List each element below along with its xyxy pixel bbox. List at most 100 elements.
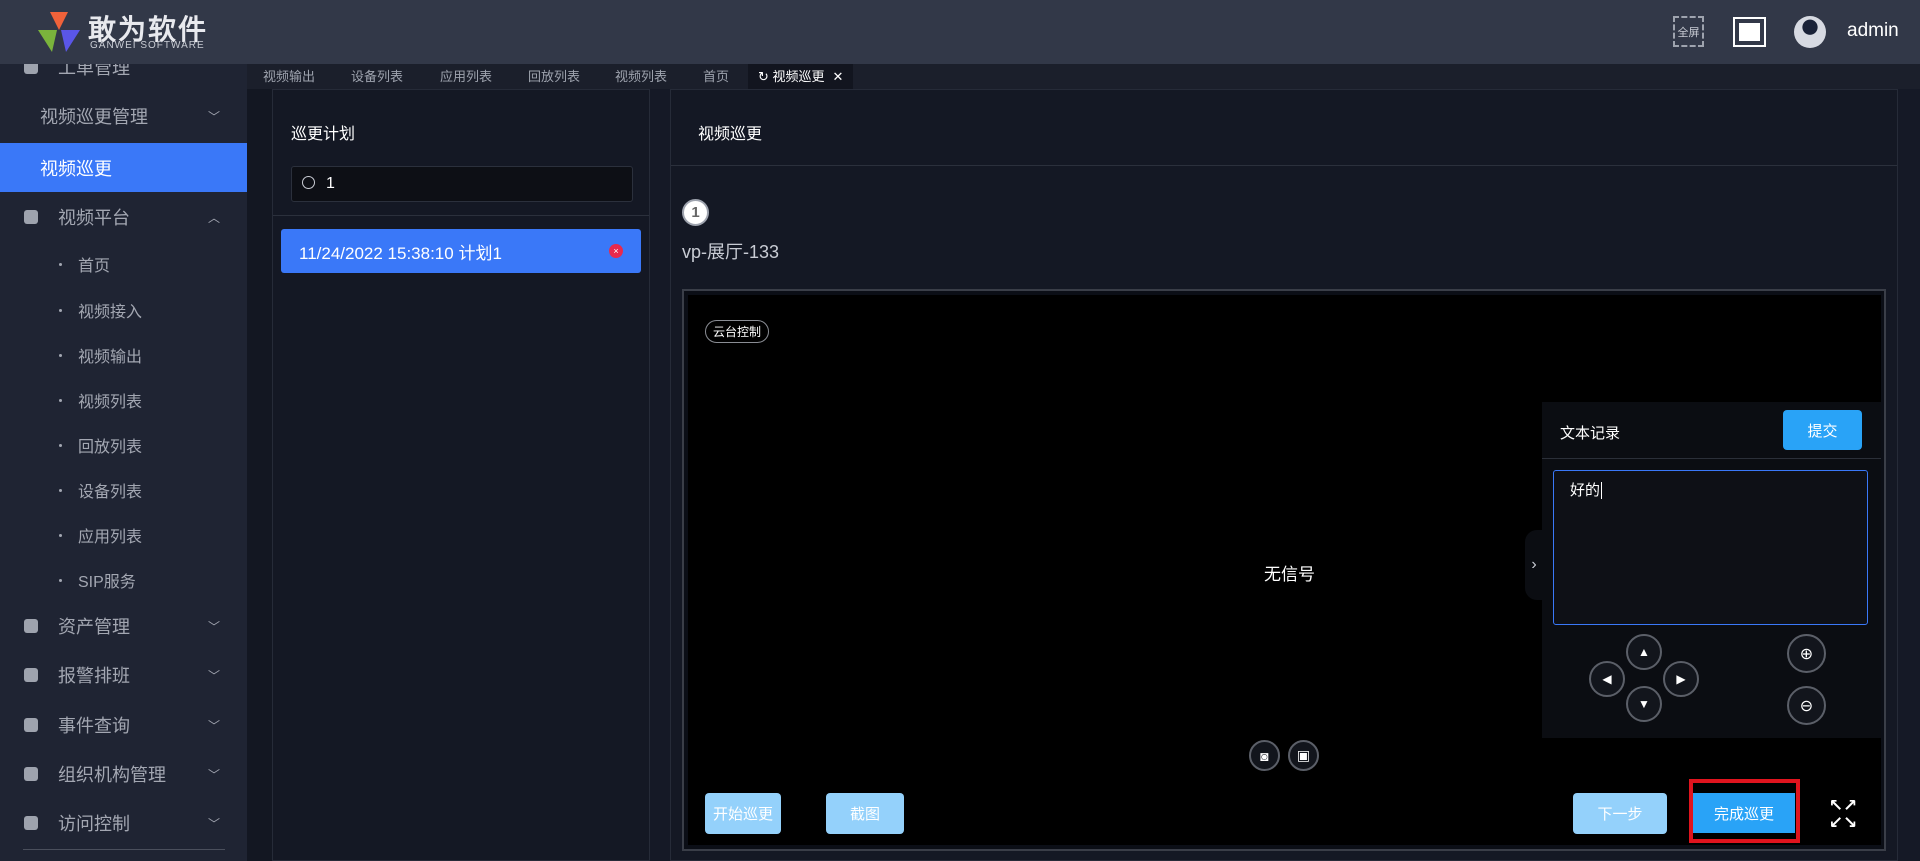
chevron-down-icon: ﹀: [208, 619, 221, 634]
sidebar-item[interactable]: 应用列表: [0, 513, 247, 557]
fullscreen-text-button[interactable]: 全屏: [1673, 16, 1704, 47]
sidebar-item-label: 视频接入: [78, 304, 143, 321]
sidebar-item-label: 报警排班: [58, 666, 130, 686]
sidebar-item-label: 应用列表: [78, 529, 143, 546]
menu-icon: [24, 210, 38, 224]
ptz-control-toggle[interactable]: 云台控制: [705, 320, 770, 343]
tab[interactable]: ↻ 视频巡更 ✕: [748, 64, 854, 89]
sidebar-item-label: 工单管理: [58, 64, 130, 78]
sidebar-item[interactable]: 视频巡更: [0, 143, 247, 192]
top-bar: 敢为软件 GANWEI SOFTWARE 全屏 admin: [0, 0, 1920, 64]
sidebar-item-label: 组织机构管理: [58, 765, 166, 785]
chevron-up-icon: ︿: [208, 210, 221, 225]
zoom-out-icon[interactable]: ⊖: [1787, 686, 1826, 725]
screenshot-button[interactable]: 截图: [826, 793, 904, 834]
menu-icon: [24, 816, 38, 830]
collapse-panel-chevron-icon[interactable]: ›: [1525, 530, 1543, 600]
camera-name: vp-展厅-133: [682, 242, 780, 262]
tab-label: 应用列表: [440, 69, 493, 84]
sidebar: 工单管理视频巡更管理 ﹀ 视频巡更视频平台 ︿ 首页视频接入视频输出视频列表回放列表设备…: [0, 64, 247, 861]
tab[interactable]: 设备列表: [351, 64, 403, 89]
plan-list-item[interactable]: 11/24/2022 15:38:10 计划1 ×: [281, 229, 641, 273]
bullet-icon: [59, 533, 62, 537]
search-value: 1: [326, 175, 335, 192]
ptz-right-button[interactable]: ▶: [1663, 661, 1699, 697]
sidebar-item-label: 视频平台: [58, 208, 130, 228]
menu-icon: [24, 619, 38, 633]
sidebar-item[interactable]: 组织机构管理 ﹀: [0, 752, 247, 796]
sidebar-item-label: 视频列表: [78, 394, 143, 411]
sidebar-item-label: 设备列表: [78, 484, 143, 501]
menu-icon: [24, 718, 38, 732]
bullet-icon: [59, 443, 62, 447]
bullet-icon: [59, 578, 62, 582]
sidebar-item-label: 首页: [78, 258, 111, 275]
record-video-icon[interactable]: ▣: [1288, 740, 1319, 771]
record-text: 好的: [1570, 482, 1601, 499]
expand-fullscreen-icon[interactable]: ↖↗ ↙↘: [1826, 797, 1860, 832]
sidebar-item-label: 视频巡更管理: [40, 107, 148, 127]
menu-icon: [24, 767, 38, 781]
sidebar-item[interactable]: 访问控制 ﹀: [0, 801, 247, 845]
sidebar-item[interactable]: 视频列表: [0, 378, 247, 422]
screen-icon[interactable]: [1733, 17, 1766, 47]
text-record-panel: 文本记录 提交 好的 ▲ ▼ ◀ ▶ ⊕ ⊖: [1542, 402, 1881, 738]
sidebar-item-label: 回放列表: [78, 439, 143, 456]
refresh-icon[interactable]: ↻: [758, 69, 773, 84]
zoom-in-icon[interactable]: ⊕: [1787, 634, 1826, 673]
sidebar-item-label: 资产管理: [58, 617, 130, 637]
tab[interactable]: 视频输出: [263, 64, 315, 89]
text-record-title: 文本记录: [1560, 425, 1621, 442]
ptz-up-button[interactable]: ▲: [1626, 634, 1662, 670]
bullet-icon: [59, 353, 62, 357]
delete-icon[interactable]: ×: [609, 244, 623, 258]
sidebar-item[interactable]: 资产管理 ﹀: [0, 604, 247, 648]
sidebar-item-label: 视频巡更: [40, 158, 112, 179]
page-title: 视频巡更: [698, 126, 763, 143]
sidebar-item[interactable]: 视频接入: [0, 288, 247, 332]
menu-icon: [24, 64, 38, 74]
tab-label: 设备列表: [351, 69, 404, 84]
plan-search-input[interactable]: 1: [291, 166, 633, 202]
tab[interactable]: 首页: [703, 64, 729, 89]
chevron-down-icon: ﹀: [208, 109, 221, 124]
divider: [23, 849, 225, 850]
bullet-icon: [59, 308, 62, 312]
bullet-icon: [59, 262, 62, 266]
tab-label: 回放列表: [528, 69, 581, 84]
divider: [273, 215, 649, 216]
tab-label: 首页: [703, 69, 730, 84]
search-icon: [302, 176, 315, 189]
sidebar-item[interactable]: 视频巡更管理 ﹀: [0, 94, 247, 138]
sidebar-item[interactable]: 回放列表: [0, 423, 247, 467]
tab-label: 视频巡更: [772, 69, 825, 84]
ptz-down-button[interactable]: ▼: [1626, 686, 1662, 722]
tab-label: 视频输出: [263, 69, 316, 84]
start-patrol-button[interactable]: 开始巡更: [705, 793, 781, 834]
sidebar-item[interactable]: 工单管理: [0, 64, 247, 89]
bullet-icon: [59, 398, 62, 402]
record-textarea[interactable]: 好的: [1553, 470, 1868, 625]
sidebar-item[interactable]: 事件查询 ﹀: [0, 703, 247, 747]
username[interactable]: admin: [1847, 20, 1899, 42]
menu-icon: [24, 668, 38, 682]
next-step-button[interactable]: 下一步: [1573, 793, 1667, 834]
sidebar-item[interactable]: 首页: [0, 242, 247, 286]
sidebar-item[interactable]: 设备列表: [0, 468, 247, 512]
tab[interactable]: 应用列表: [440, 64, 492, 89]
close-icon[interactable]: ✕: [833, 69, 844, 84]
chevron-down-icon: ﹀: [208, 668, 221, 683]
camera-snapshot-icon[interactable]: ◙: [1249, 740, 1280, 771]
sidebar-item[interactable]: SIP服务: [0, 558, 247, 602]
submit-button[interactable]: 提交: [1783, 410, 1862, 450]
plan-panel: 巡更计划 1 11/24/2022 15:38:10 计划1 ×: [272, 89, 650, 861]
tab[interactable]: 视频列表: [615, 64, 667, 89]
sidebar-item-label: 访问控制: [58, 814, 130, 834]
ptz-left-button[interactable]: ◀: [1589, 661, 1625, 697]
avatar[interactable]: [1794, 16, 1826, 48]
sidebar-item[interactable]: 报警排班 ﹀: [0, 653, 247, 697]
tab[interactable]: 回放列表: [528, 64, 580, 89]
sidebar-item[interactable]: 视频输出: [0, 333, 247, 377]
finish-patrol-button[interactable]: 完成巡更: [1693, 793, 1795, 833]
sidebar-item[interactable]: 视频平台 ︿: [0, 195, 247, 239]
